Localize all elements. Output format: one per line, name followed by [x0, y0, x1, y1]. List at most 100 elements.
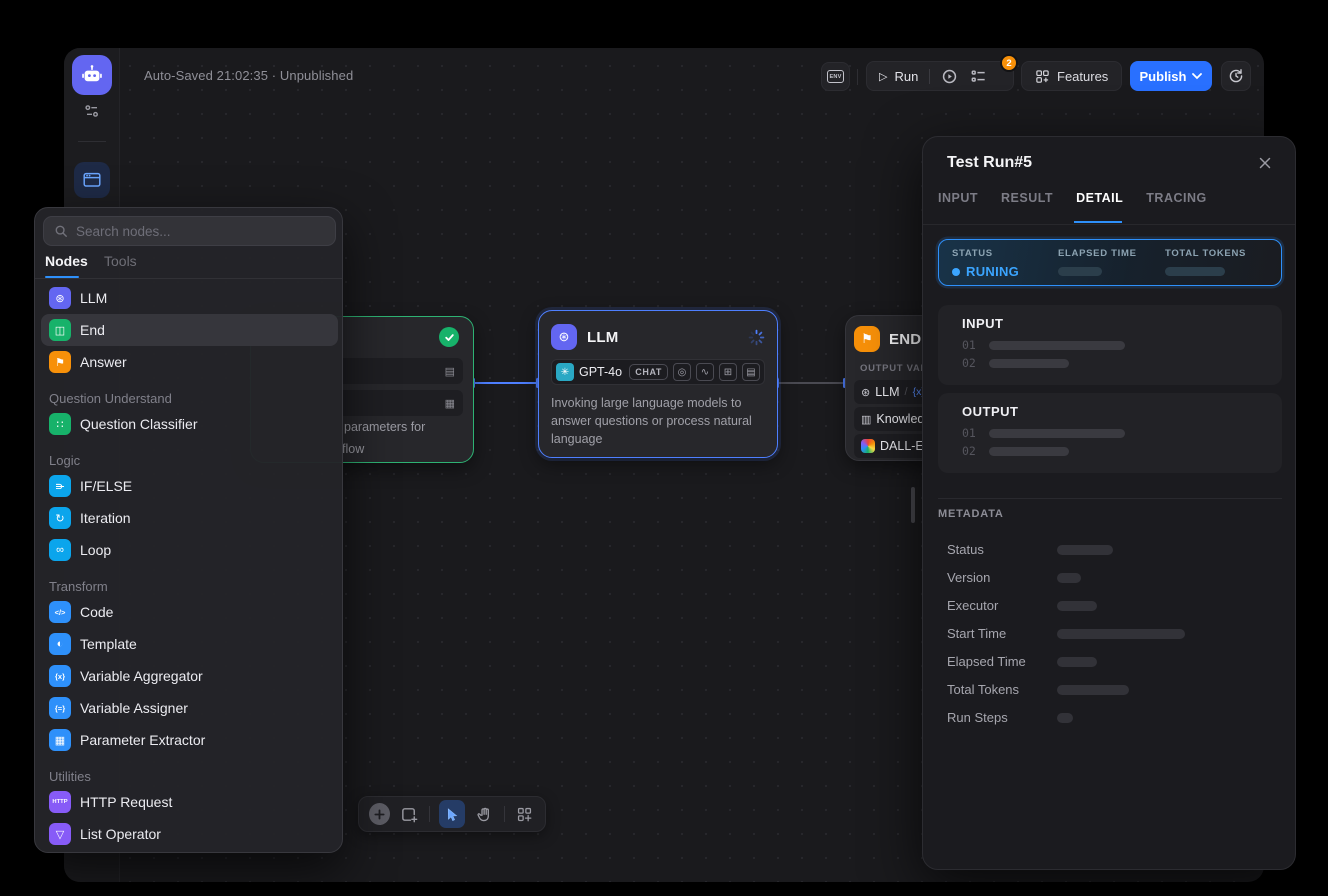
tab-tools[interactable]: Tools	[104, 253, 137, 269]
node-item-variable-assigner[interactable]: {=} Variable Assigner	[41, 692, 338, 724]
chat-mode-tag: CHAT	[629, 364, 668, 380]
env-button[interactable]: ENV	[821, 62, 850, 91]
run-panel-tabs: INPUT RESULT DETAIL TRACING	[938, 191, 1207, 205]
elapsed-time-skeleton	[1058, 267, 1102, 276]
app-avatar-robot-icon[interactable]	[72, 55, 112, 95]
topbar-separator	[857, 69, 858, 85]
status-label: STATUS	[952, 248, 1019, 259]
organize-icon	[516, 806, 533, 823]
node-item-parameter-extractor[interactable]: ▦ Parameter Extractor	[41, 724, 338, 756]
audio-capability-icon: ∿	[696, 363, 714, 381]
input-card: INPUT 01 02	[938, 305, 1282, 385]
tab-input[interactable]: INPUT	[938, 191, 978, 205]
tab-result[interactable]: RESULT	[1001, 191, 1053, 205]
node-item-code[interactable]: </> Code	[41, 596, 338, 628]
robot-icon	[80, 63, 104, 87]
total-tokens-label: TOTAL TOKENS	[1165, 248, 1246, 259]
features-button[interactable]: Features	[1021, 61, 1122, 91]
llm-var-icon: ⊛	[861, 386, 870, 399]
version-history-button[interactable]	[1221, 61, 1251, 91]
workflow-settings-button[interactable]	[82, 101, 102, 126]
llm-node-icon: ⊛	[551, 324, 577, 350]
llm-node-title: LLM	[587, 329, 618, 346]
pointer-mode-button[interactable]	[439, 800, 466, 828]
document-capability-icon: ▤	[742, 363, 760, 381]
node-item-if-else[interactable]: ⋔ IF/ELSE	[41, 470, 338, 502]
node-item-list-operator[interactable]: ▽ List Operator	[41, 818, 338, 850]
copy-icon: ▦	[445, 397, 455, 410]
checklist-count-badge: 2	[1000, 54, 1018, 72]
chevron-down-icon	[1192, 73, 1202, 80]
node-item-variable-aggregator[interactable]: {x} Variable Aggregator	[41, 660, 338, 692]
document-icon: ▤	[445, 365, 455, 378]
metadata-title: METADATA	[938, 508, 1004, 520]
llm-node[interactable]: ⊛ LLM ✳ GPT-4o	[538, 310, 778, 458]
node-item-http-request[interactable]: HTTP HTTP Request	[41, 786, 338, 818]
add-note-button[interactable]	[399, 803, 420, 825]
hand-mode-button[interactable]	[474, 803, 495, 825]
parameter-extractor-icon: ▦	[49, 729, 71, 751]
value-skeleton	[1057, 573, 1081, 583]
node-search-box[interactable]	[43, 216, 336, 246]
section-utilities: Utilities	[49, 769, 91, 784]
edge-llm-to-end	[778, 382, 845, 384]
code-icon: </>	[49, 601, 71, 623]
input-skeleton	[989, 359, 1069, 368]
checklist-icon	[970, 68, 987, 85]
input-title: INPUT	[962, 316, 1004, 331]
canvas-scrollbar-thumb[interactable]	[911, 487, 915, 523]
node-item-llm[interactable]: ⊛ LLM	[41, 282, 338, 314]
run-button[interactable]: Run	[894, 69, 918, 84]
metadata-row-status: Status	[947, 542, 1267, 557]
panel-divider	[923, 224, 1295, 225]
preview-panel-button[interactable]	[74, 162, 110, 198]
publish-button[interactable]: Publish	[1130, 61, 1212, 91]
close-button[interactable]	[1259, 156, 1271, 174]
node-item-iteration[interactable]: ↻ Iteration	[41, 502, 338, 534]
section-logic: Logic	[49, 453, 80, 468]
metadata-row-elapsed-time: Elapsed Time	[947, 654, 1267, 669]
tab-detail[interactable]: DETAIL	[1076, 191, 1123, 205]
start-node-description-line: flow	[342, 442, 364, 456]
value-skeleton	[1057, 629, 1185, 639]
node-search-input[interactable]	[76, 224, 306, 239]
start-node-description-line: parameters for	[344, 420, 425, 434]
add-node-button[interactable]	[369, 803, 390, 825]
window-icon	[81, 169, 103, 191]
edge-start-to-llm	[474, 382, 538, 384]
metadata-row-start-time: Start Time	[947, 626, 1267, 641]
input-skeleton	[989, 341, 1125, 350]
node-item-template[interactable]: ◐ Template	[41, 628, 338, 660]
search-icon	[54, 224, 68, 238]
node-item-answer[interactable]: ⚑ Answer	[41, 346, 338, 378]
env-icon: ENV	[827, 70, 844, 83]
value-skeleton	[1057, 601, 1097, 611]
organize-nodes-button[interactable]	[514, 803, 535, 825]
run-history-button[interactable]	[941, 68, 958, 85]
llm-icon: ⊛	[49, 287, 71, 309]
canvas-toolbar	[358, 796, 546, 832]
end-node-title: END	[889, 331, 921, 348]
if-else-icon: ⋔	[49, 475, 71, 497]
metadata-divider	[938, 498, 1282, 499]
metadata-row-version: Version	[947, 570, 1267, 585]
value-skeleton	[1057, 657, 1097, 667]
node-item-loop[interactable]: ∞ Loop	[41, 534, 338, 566]
node-item-end[interactable]: ◫ End	[41, 314, 338, 346]
end-icon: ◫	[49, 319, 71, 341]
clock-play-icon	[941, 68, 958, 85]
http-request-icon: HTTP	[49, 791, 71, 813]
tab-nodes[interactable]: Nodes	[45, 253, 88, 269]
node-item-question-classifier[interactable]: ∷ Question Classifier	[41, 408, 338, 440]
section-transform: Transform	[49, 579, 108, 594]
play-icon: ▷	[879, 70, 887, 83]
tab-tracing[interactable]: TRACING	[1146, 191, 1206, 205]
test-run-panel: Test Run#5 INPUT RESULT DETAIL TRACING S…	[922, 136, 1296, 870]
checklist-button[interactable]	[970, 68, 987, 85]
model-selector[interactable]: ✳ GPT-4o CHAT ◎ ∿ ⊞ ▤	[551, 359, 765, 385]
note-plus-icon	[400, 805, 419, 824]
llm-node-description: Invoking large language models to answer…	[551, 395, 765, 448]
features-label: Features	[1057, 69, 1108, 84]
hand-icon	[475, 805, 494, 824]
loop-icon: ∞	[49, 539, 71, 561]
